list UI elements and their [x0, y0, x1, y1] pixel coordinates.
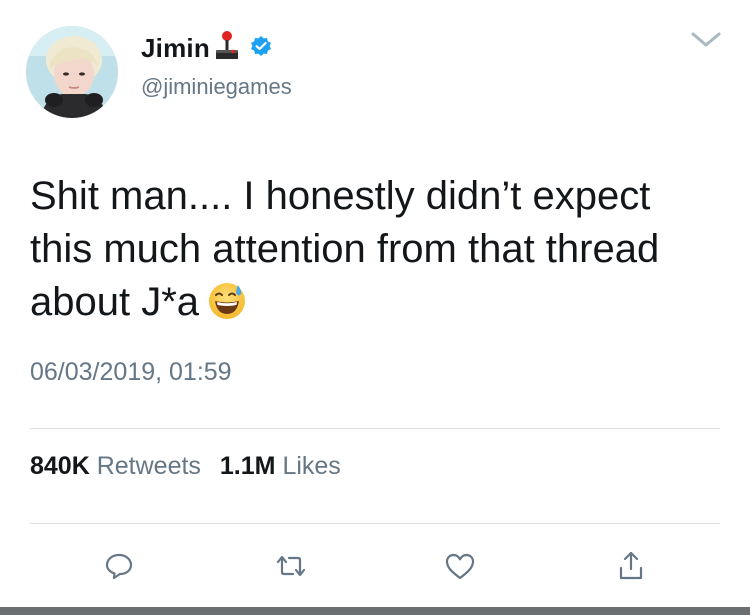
tweet-text-line-2: this much attention from that thread — [30, 227, 660, 271]
author-name-row: Jimin — [141, 30, 272, 66]
share-button[interactable] — [614, 551, 648, 585]
retweet-icon — [274, 551, 308, 586]
avatar[interactable] — [26, 26, 118, 118]
tweet-stats: 840K Retweets 1.1M Likes — [30, 452, 353, 481]
divider — [30, 428, 720, 429]
bottom-bar — [0, 607, 750, 615]
verified-badge-icon — [250, 35, 272, 62]
joystick-icon — [214, 30, 240, 67]
retweets-stat[interactable]: 840K Retweets — [30, 452, 201, 480]
likes-count: 1.1M — [219, 452, 276, 480]
reply-button[interactable] — [102, 551, 136, 585]
tweet-menu-button[interactable] — [688, 28, 724, 52]
retweets-label: Retweets — [96, 452, 201, 480]
likes-stat[interactable]: 1.1M Likes — [220, 452, 341, 480]
chevron-down-icon — [688, 32, 724, 56]
likes-label: Likes — [282, 452, 341, 480]
display-name[interactable]: Jimin — [141, 33, 210, 64]
divider — [30, 523, 720, 524]
author-handle[interactable]: @jiminiegames — [141, 74, 292, 100]
share-icon — [616, 550, 646, 587]
tweet-text: Shit man.... I honestly didn’t expect th… — [30, 170, 730, 335]
heart-icon — [444, 551, 476, 586]
tweet-timestamp[interactable]: 06/03/2019, 01:59 — [30, 358, 232, 387]
tweet-text-line-1: Shit man.... I honestly didn’t expect — [30, 174, 651, 218]
reply-icon — [104, 551, 134, 586]
retweets-count: 840K — [30, 452, 90, 480]
grinning-face-with-sweat-icon — [207, 281, 247, 335]
tweet-text-line-3: about J*a — [30, 280, 200, 324]
retweet-button[interactable] — [274, 551, 308, 585]
like-button[interactable] — [443, 551, 477, 585]
